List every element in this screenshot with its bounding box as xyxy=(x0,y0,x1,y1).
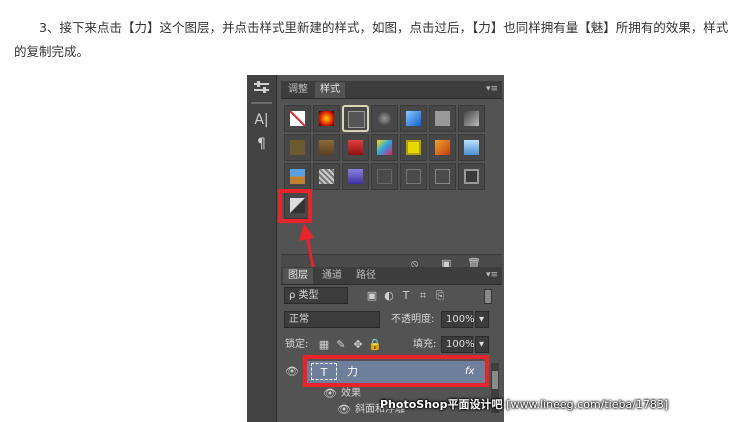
pixel-filter-icon[interactable]: ▣ xyxy=(365,287,379,304)
lock-position-icon[interactable]: ✥ xyxy=(351,336,365,353)
opacity-dropdown-icon[interactable]: ▾ xyxy=(475,311,489,328)
adjustment-filter-icon[interactable]: ◐ xyxy=(382,287,396,304)
layers-tabbar: 图层 通道 路径 ▾≡ xyxy=(281,267,502,285)
smart-object-filter-icon[interactable]: ⎘ xyxy=(433,287,447,304)
eye-icon[interactable]: 👁 xyxy=(285,363,299,380)
article-paragraph: 3、接下来点击【力】这个图层，并点击样式里新建的样式，如图，点击过后，【力】也同… xyxy=(14,20,729,59)
tab-channels[interactable]: 通道 xyxy=(317,268,347,284)
type-filter-icon[interactable]: T xyxy=(399,287,413,304)
fill-input[interactable]: 100% xyxy=(441,336,475,353)
blend-mode-select[interactable]: 正常 xyxy=(284,311,380,328)
lock-pixels-icon[interactable]: ✎ xyxy=(334,336,348,353)
tab-layers[interactable]: 图层 xyxy=(283,268,313,284)
watermark-url: [www.lineeg.com/tieba/1783] xyxy=(506,398,669,411)
watermark: PhotoShop平面设计吧 [www.lineeg.com/tieba/178… xyxy=(380,396,668,412)
watermark-brand: PhotoShop平面设计吧 xyxy=(380,398,503,411)
fill-label: 填充: xyxy=(413,339,437,350)
shape-filter-icon[interactable]: ⌗ xyxy=(416,287,430,304)
filter-toggle[interactable] xyxy=(484,289,492,304)
fill-dropdown-icon[interactable]: ▾ xyxy=(475,336,489,353)
lock-label: 锁定: xyxy=(285,339,309,350)
tab-paths[interactable]: 路径 xyxy=(351,268,381,284)
layer-filter-select[interactable]: ρ 类型 xyxy=(284,287,348,304)
opacity-label: 不透明度: xyxy=(391,314,435,325)
layers-menu-icon[interactable]: ▾≡ xyxy=(486,268,498,282)
lock-all-icon[interactable]: 🔒 xyxy=(368,336,382,353)
lock-transparency-icon[interactable]: ▦ xyxy=(317,336,331,353)
layer-highlight-box xyxy=(303,355,489,387)
effects-label: 效果 xyxy=(341,388,361,399)
opacity-input[interactable]: 100% xyxy=(441,311,475,328)
photoshop-screenshot: A| ¶ 调整 样式 ▾≡ ⦸ ▣ 🗑 图层 通道 路径 ▾≡ ρ 类型 ▣ ◐… xyxy=(247,75,504,422)
eye-icon[interactable]: 👁 xyxy=(323,385,337,402)
eye-icon[interactable]: 👁 xyxy=(337,401,351,418)
